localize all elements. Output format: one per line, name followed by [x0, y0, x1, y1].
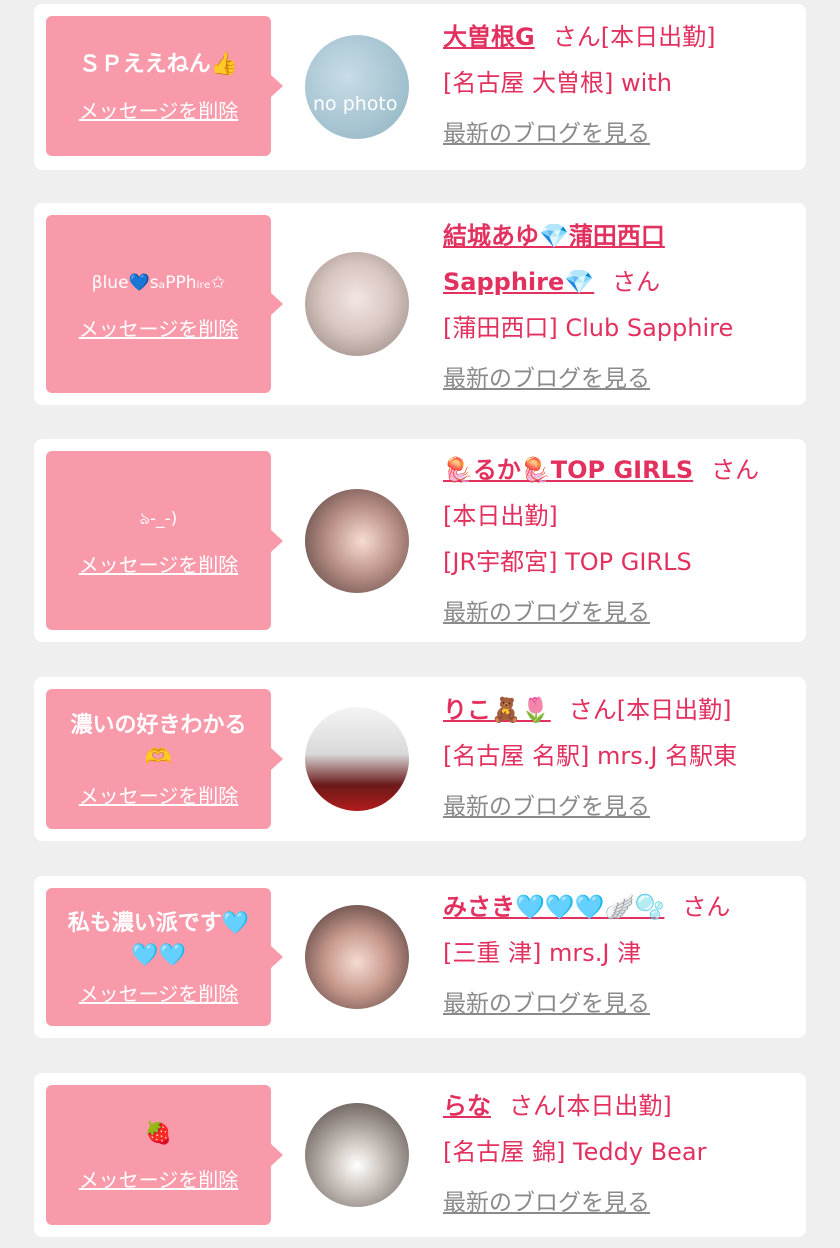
status-text: [本日出勤]: [557, 1092, 672, 1120]
message-text: ঌ‐_-): [139, 509, 178, 529]
message-card: ঌ‐_-) メッセージを削除 🪼るか🪼TOP GIRLS さん [本日出勤] [J…: [34, 439, 806, 642]
honorific: さん: [509, 1092, 557, 1120]
message-text: ＳＰええねん👍: [78, 51, 239, 77]
profile-info: らな さん[本日出勤] [名古屋 錦] Teddy Bear 最新のブログを見る: [443, 1083, 798, 1217]
message-card: 🍓 メッセージを削除 らな さん[本日出勤] [名古屋 錦] Teddy Bear…: [34, 1073, 806, 1237]
delete-message-link[interactable]: メッセージを削除: [79, 978, 239, 1007]
profile-name-link[interactable]: りこ🧸🌷: [443, 696, 551, 724]
message-bubble: ঌ‐_-) メッセージを削除: [46, 451, 283, 630]
status-text: [本日出勤]: [616, 696, 732, 724]
latest-blog-link[interactable]: 最新のブログを見る: [443, 984, 798, 1018]
honorific: さん: [612, 268, 661, 296]
profile-info: 結城あゆ💎蒲田西口 Sapphire💎 さん [蒲田西口] Club Sapphi…: [443, 213, 798, 393]
avatar-placeholder-text: no photo: [313, 93, 398, 115]
profile-name-link[interactable]: 結城あゆ💎蒲田西口: [443, 222, 665, 250]
message-text-cont: 🫶: [144, 744, 173, 770]
profile-name-link-cont[interactable]: Sapphire💎: [443, 268, 594, 296]
profile-info: みさき🩵🩵🩵🪽🫧 さん [三重 津] mrs.J 津 最新のブログを見る: [443, 884, 798, 1018]
message-text: βlue💙sₐPPhᵢᵣₑ✩: [91, 272, 226, 293]
message-card: 私も濃い派です🩵 🩵🩵 メッセージを削除 みさき🩵🩵🩵🪽🫧 さん [三重 津] m…: [34, 876, 806, 1038]
avatar[interactable]: [305, 905, 409, 1009]
shop-text: [名古屋 錦] Teddy Bear: [443, 1138, 707, 1166]
shop-text: [JR宇都宮] TOP GIRLS: [443, 548, 692, 576]
avatar[interactable]: [305, 489, 409, 593]
message-bubble: ＳＰええねん👍 メッセージを削除: [46, 16, 283, 156]
message-card: βlue💙sₐPPhᵢᵣₑ✩ メッセージを削除 結城あゆ💎蒲田西口 Sapphi…: [34, 203, 806, 405]
profile-name-link[interactable]: 🪼るか🪼TOP GIRLS: [443, 456, 693, 484]
status-text: [本日出勤]: [443, 502, 558, 530]
profile-info: 大曽根G さん[本日出勤] [名古屋 大曽根] with 最新のブログを見る: [443, 14, 798, 148]
honorific: さん: [552, 23, 601, 51]
message-card: ＳＰええねん👍 メッセージを削除 no photo 大曽根G さん[本日出勤] […: [34, 4, 806, 170]
shop-text: [蒲田西口] Club Sapphire: [443, 314, 734, 342]
message-text-cont: 🩵🩵: [131, 942, 186, 968]
delete-message-link[interactable]: メッセージを削除: [79, 780, 239, 809]
profile-name-link[interactable]: みさき🩵🩵🩵🪽🫧: [443, 893, 664, 921]
delete-message-link[interactable]: メッセージを削除: [79, 95, 239, 124]
message-text: 濃いの好きわかる: [70, 712, 247, 738]
message-bubble: 濃いの好きわかる 🫶 メッセージを削除: [46, 689, 283, 829]
delete-message-link[interactable]: メッセージを削除: [79, 313, 239, 342]
message-card: 濃いの好きわかる 🫶 メッセージを削除 りこ🧸🌷 さん[本日出勤] [名古屋 名駅…: [34, 677, 806, 841]
shop-text: [三重 津] mrs.J 津: [443, 939, 642, 967]
latest-blog-link[interactable]: 最新のブログを見る: [443, 114, 798, 148]
latest-blog-link[interactable]: 最新のブログを見る: [443, 787, 798, 821]
avatar[interactable]: [305, 252, 409, 356]
shop-text: [名古屋 大曽根] with: [443, 69, 672, 97]
profile-name-link[interactable]: 大曽根G: [443, 23, 535, 51]
latest-blog-link[interactable]: 最新のブログを見る: [443, 593, 798, 627]
honorific: さん: [682, 893, 731, 921]
status-text: [本日出勤]: [600, 23, 716, 51]
delete-message-link[interactable]: メッセージを削除: [79, 549, 239, 578]
message-bubble: 私も濃い派です🩵 🩵🩵 メッセージを削除: [46, 888, 283, 1026]
profile-name-link[interactable]: らな: [443, 1092, 491, 1120]
message-bubble: βlue💙sₐPPhᵢᵣₑ✩ メッセージを削除: [46, 215, 283, 393]
profile-info: 🪼るか🪼TOP GIRLS さん [本日出勤] [JR宇都宮] TOP GIRLS…: [443, 447, 798, 627]
honorific: さん: [711, 456, 760, 484]
latest-blog-link[interactable]: 最新のブログを見る: [443, 1183, 798, 1217]
avatar[interactable]: [305, 1103, 409, 1207]
avatar[interactable]: no photo: [305, 35, 409, 139]
avatar[interactable]: [305, 707, 409, 811]
delete-message-link[interactable]: メッセージを削除: [79, 1164, 239, 1193]
shop-text: [名古屋 名駅] mrs.J 名駅東: [443, 742, 738, 770]
message-text: 私も濃い派です🩵: [67, 910, 250, 936]
message-text: 🍓: [144, 1120, 173, 1146]
profile-info: りこ🧸🌷 さん[本日出勤] [名古屋 名駅] mrs.J 名駅東 最新のブログを見…: [443, 687, 798, 821]
latest-blog-link[interactable]: 最新のブログを見る: [443, 359, 798, 393]
message-bubble: 🍓 メッセージを削除: [46, 1085, 283, 1225]
honorific: さん: [568, 696, 617, 724]
